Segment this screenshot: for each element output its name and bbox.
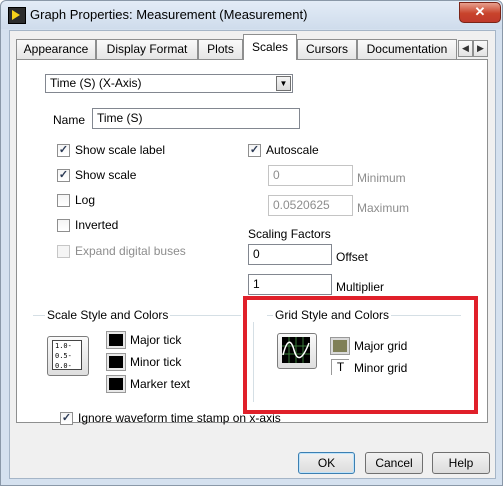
minor-grid-label: Minor grid	[354, 361, 408, 375]
tab-plots[interactable]: Plots	[198, 39, 243, 59]
multiplier-field[interactable]: 1	[248, 274, 332, 295]
scale-preview-tick-3: 0.0-	[55, 362, 72, 370]
tab-display-format[interactable]: Display Format	[96, 39, 198, 59]
log-checkbox[interactable]	[57, 194, 70, 207]
offset-label: Offset	[336, 250, 368, 264]
close-button[interactable]: ✕	[459, 2, 501, 23]
scale-style-button[interactable]: 1.0- 0.5- 0.0-	[47, 336, 89, 376]
autoscale-checkbox[interactable]: ✓	[248, 144, 261, 157]
tab-scales[interactable]: Scales	[243, 34, 297, 60]
maximum-field[interactable]: 0.0520625	[268, 195, 353, 216]
window-title: Graph Properties: Measurement (Measureme…	[30, 7, 308, 22]
show-scale-label: Show scale	[75, 168, 137, 182]
tab-scroll-left-icon[interactable]: ◀	[458, 40, 473, 57]
scale-style-title: Scale Style and Colors	[45, 308, 171, 322]
scale-style-preview-icon: 1.0- 0.5- 0.0-	[52, 340, 82, 370]
scales-panel: Time (S) (X-Axis) ▼ Name Time (S) ✓ Show…	[16, 59, 488, 423]
title-bar: Graph Properties: Measurement (Measureme…	[1, 1, 502, 29]
minimum-label: Minimum	[357, 171, 406, 185]
maximum-label: Maximum	[357, 201, 410, 215]
log-label: Log	[75, 193, 96, 207]
minimum-field[interactable]: 0	[268, 165, 353, 186]
dialog-body: Appearance Display Format Plots Scales C…	[9, 30, 496, 479]
cancel-button[interactable]: Cancel	[365, 452, 423, 474]
scale-preview-tick-1: 1.0-	[55, 342, 72, 350]
marker-text-label: Marker text	[130, 377, 191, 391]
major-grid-label: Major grid	[354, 339, 408, 353]
tab-cursors[interactable]: Cursors	[297, 39, 357, 59]
axis-select-value: Time (S) (X-Axis)	[50, 76, 142, 90]
major-tick-label: Major tick	[130, 333, 182, 347]
ignore-timestamp-checkbox[interactable]: ✓	[60, 412, 73, 425]
minor-grid-color-swatch[interactable]: T	[331, 359, 349, 375]
marker-text-color-swatch[interactable]	[106, 375, 126, 393]
expand-digital-buses-label: Expand digital buses	[75, 244, 186, 258]
expand-digital-buses-checkbox[interactable]	[57, 245, 70, 258]
grid-style-preview-icon	[282, 337, 310, 363]
major-tick-color-swatch[interactable]	[106, 331, 126, 349]
labview-app-icon	[8, 7, 26, 24]
minor-tick-label: Minor tick	[130, 355, 182, 369]
grid-style-title: Grid Style and Colors	[273, 308, 392, 322]
name-label: Name	[53, 113, 86, 127]
help-button[interactable]: Help	[432, 452, 490, 474]
major-grid-color-swatch[interactable]	[330, 337, 350, 355]
autoscale-label: Autoscale	[266, 143, 319, 157]
group-divider	[253, 322, 254, 402]
show-scale-checkbox[interactable]: ✓	[57, 169, 70, 182]
minor-tick-color-swatch[interactable]	[106, 353, 126, 371]
tab-appearance[interactable]: Appearance	[16, 39, 96, 59]
graph-properties-window: Graph Properties: Measurement (Measureme…	[0, 0, 503, 486]
chevron-down-icon[interactable]: ▼	[276, 76, 291, 91]
name-field[interactable]: Time (S)	[92, 108, 300, 129]
multiplier-label: Multiplier	[336, 280, 385, 294]
tab-documentation[interactable]: Documentation	[357, 39, 457, 59]
inverted-label: Inverted	[75, 218, 119, 232]
scale-preview-tick-2: 0.5-	[55, 352, 72, 360]
offset-field[interactable]: 0	[248, 244, 332, 265]
ignore-timestamp-label: Ignore waveform time stamp on x-axis	[78, 411, 281, 425]
show-scale-label-checkbox[interactable]: ✓	[57, 144, 70, 157]
scaling-factors-title: Scaling Factors	[248, 227, 331, 241]
grid-style-button[interactable]	[277, 333, 317, 369]
inverted-checkbox[interactable]	[57, 219, 70, 232]
axis-select[interactable]: Time (S) (X-Axis) ▼	[45, 74, 293, 93]
tab-scroll-right-icon[interactable]: ▶	[473, 40, 488, 57]
show-scale-label-label: Show scale label	[75, 143, 166, 157]
ok-button[interactable]: OK	[298, 452, 355, 474]
